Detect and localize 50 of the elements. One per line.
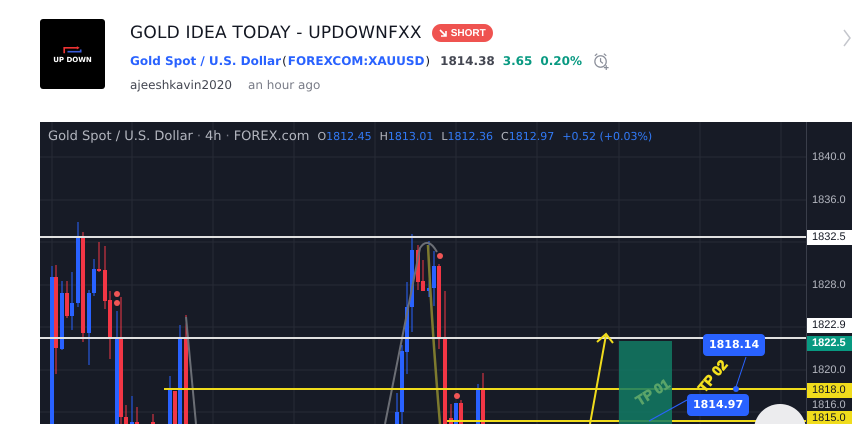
ohlc-label: H xyxy=(380,130,388,143)
candlestick xyxy=(151,414,155,424)
price-change: 3.65 xyxy=(502,54,532,68)
ohlc-value: 1812.45 xyxy=(326,130,372,143)
price-axis-label: 1822.9 xyxy=(807,318,852,332)
legend-text: Gold Spot / U.S. Dollar xyxy=(48,129,193,144)
legend-separator: · xyxy=(226,129,230,144)
target-label: TP 01 xyxy=(632,375,673,409)
price-axis-label: 1828.0 xyxy=(811,278,847,292)
symbol-code-link[interactable]: FOREXCOM:XAUUSD xyxy=(288,54,424,68)
legend-change: +0.52 (+0.03%) xyxy=(562,130,652,143)
ohlc-value: 1813.01 xyxy=(388,130,434,143)
change-percent: 0.20% xyxy=(540,54,582,68)
legend-separator: · xyxy=(196,129,202,144)
idea-title: GOLD IDEA TODAY - UPDOWNFXX xyxy=(130,23,422,43)
signal-dot xyxy=(114,300,120,306)
anchor-dot xyxy=(733,386,739,392)
signal-dot xyxy=(114,291,120,297)
price-axis-label: 1818.0 xyxy=(807,382,852,398)
up-arrow-icon xyxy=(589,332,614,424)
author-name[interactable]: ajeeshkavin2020 xyxy=(130,78,232,92)
price-axis-label: 1816.0 xyxy=(811,398,847,412)
signal-dot xyxy=(437,253,443,259)
badge-label: SHORT xyxy=(450,28,486,38)
legend-text: 4h xyxy=(205,129,222,144)
ohlc-value: 1812.97 xyxy=(508,130,554,143)
price-callout: 1814.97 xyxy=(687,394,750,416)
ohlc-label: L xyxy=(441,130,448,143)
signal-dot xyxy=(454,393,460,399)
price: 1814.38 xyxy=(440,54,495,68)
price-axis-label: 1832.5 xyxy=(807,230,852,244)
parenthesis: ( xyxy=(282,54,287,68)
legend-text: FOREX.com xyxy=(234,129,310,144)
chevron-right-icon[interactable] xyxy=(842,28,852,48)
price-axis-label: 1836.0 xyxy=(811,192,847,208)
price-callout: 1818.14 xyxy=(703,334,766,356)
ohlc-value: 1812.36 xyxy=(448,130,494,143)
price-axis-label: 1815.0 xyxy=(807,410,852,424)
ohlc-label: C xyxy=(501,130,509,143)
alarm-clock-icon[interactable] xyxy=(592,52,612,70)
logo-arrows-icon xyxy=(62,44,84,54)
post-time: an hour ago xyxy=(248,78,320,92)
ohlc-label: O xyxy=(317,130,326,143)
symbol-link[interactable]: Gold Spot / U.S. Dollar xyxy=(130,54,282,68)
leader-line xyxy=(736,356,746,388)
price-axis-label: 1840.0 xyxy=(811,150,847,164)
price-axis-label: 1820.0 xyxy=(811,362,847,378)
parenthesis: ) xyxy=(425,54,430,68)
price-axis-label: 1822.5 xyxy=(807,336,852,350)
circle-button[interactable] xyxy=(754,404,806,424)
